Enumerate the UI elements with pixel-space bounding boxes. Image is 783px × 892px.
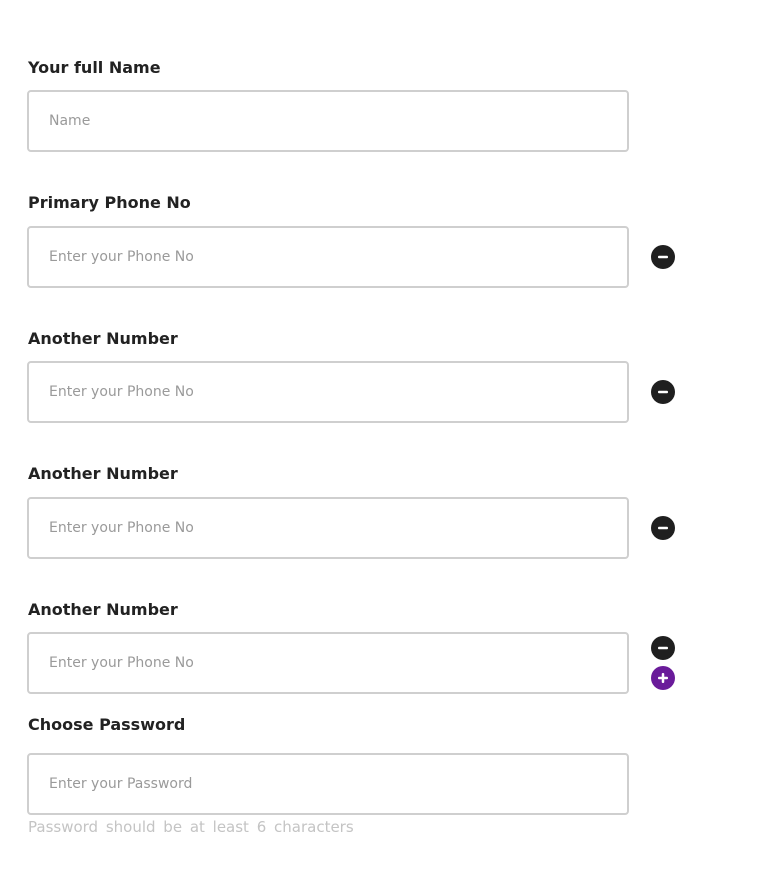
another-number-field-box-1 [27,361,629,423]
another-number-input-2[interactable] [29,499,627,557]
another-number-input-3[interactable] [29,634,627,692]
plus-icon [658,673,668,683]
remove-another-number-button-1[interactable] [651,380,675,404]
another-number-field-box-2 [27,497,629,559]
name-input[interactable] [29,92,627,150]
remove-primary-phone-button[interactable] [651,245,675,269]
remove-another-number-button-3[interactable] [651,636,675,660]
password-field-box [27,753,629,815]
primary-phone-label: Primary Phone No [28,193,191,212]
another-number-label-2: Another Number [28,464,178,483]
minus-icon [658,390,668,394]
minus-icon [658,255,668,259]
another-number-field-box-3 [27,632,629,694]
primary-phone-input[interactable] [29,228,627,286]
minus-icon [658,526,668,530]
name-label: Your full Name [28,58,161,77]
password-hint: Password should be at least 6 characters [28,818,354,836]
password-label: Choose Password [28,715,186,734]
primary-phone-field-box [27,226,629,288]
another-number-input-1[interactable] [29,363,627,421]
another-number-label-1: Another Number [28,329,178,348]
add-another-number-button[interactable] [651,666,675,690]
remove-another-number-button-2[interactable] [651,516,675,540]
name-field-box [27,90,629,152]
another-number-label-3: Another Number [28,600,178,619]
password-input[interactable] [29,755,627,813]
minus-icon [658,646,668,650]
